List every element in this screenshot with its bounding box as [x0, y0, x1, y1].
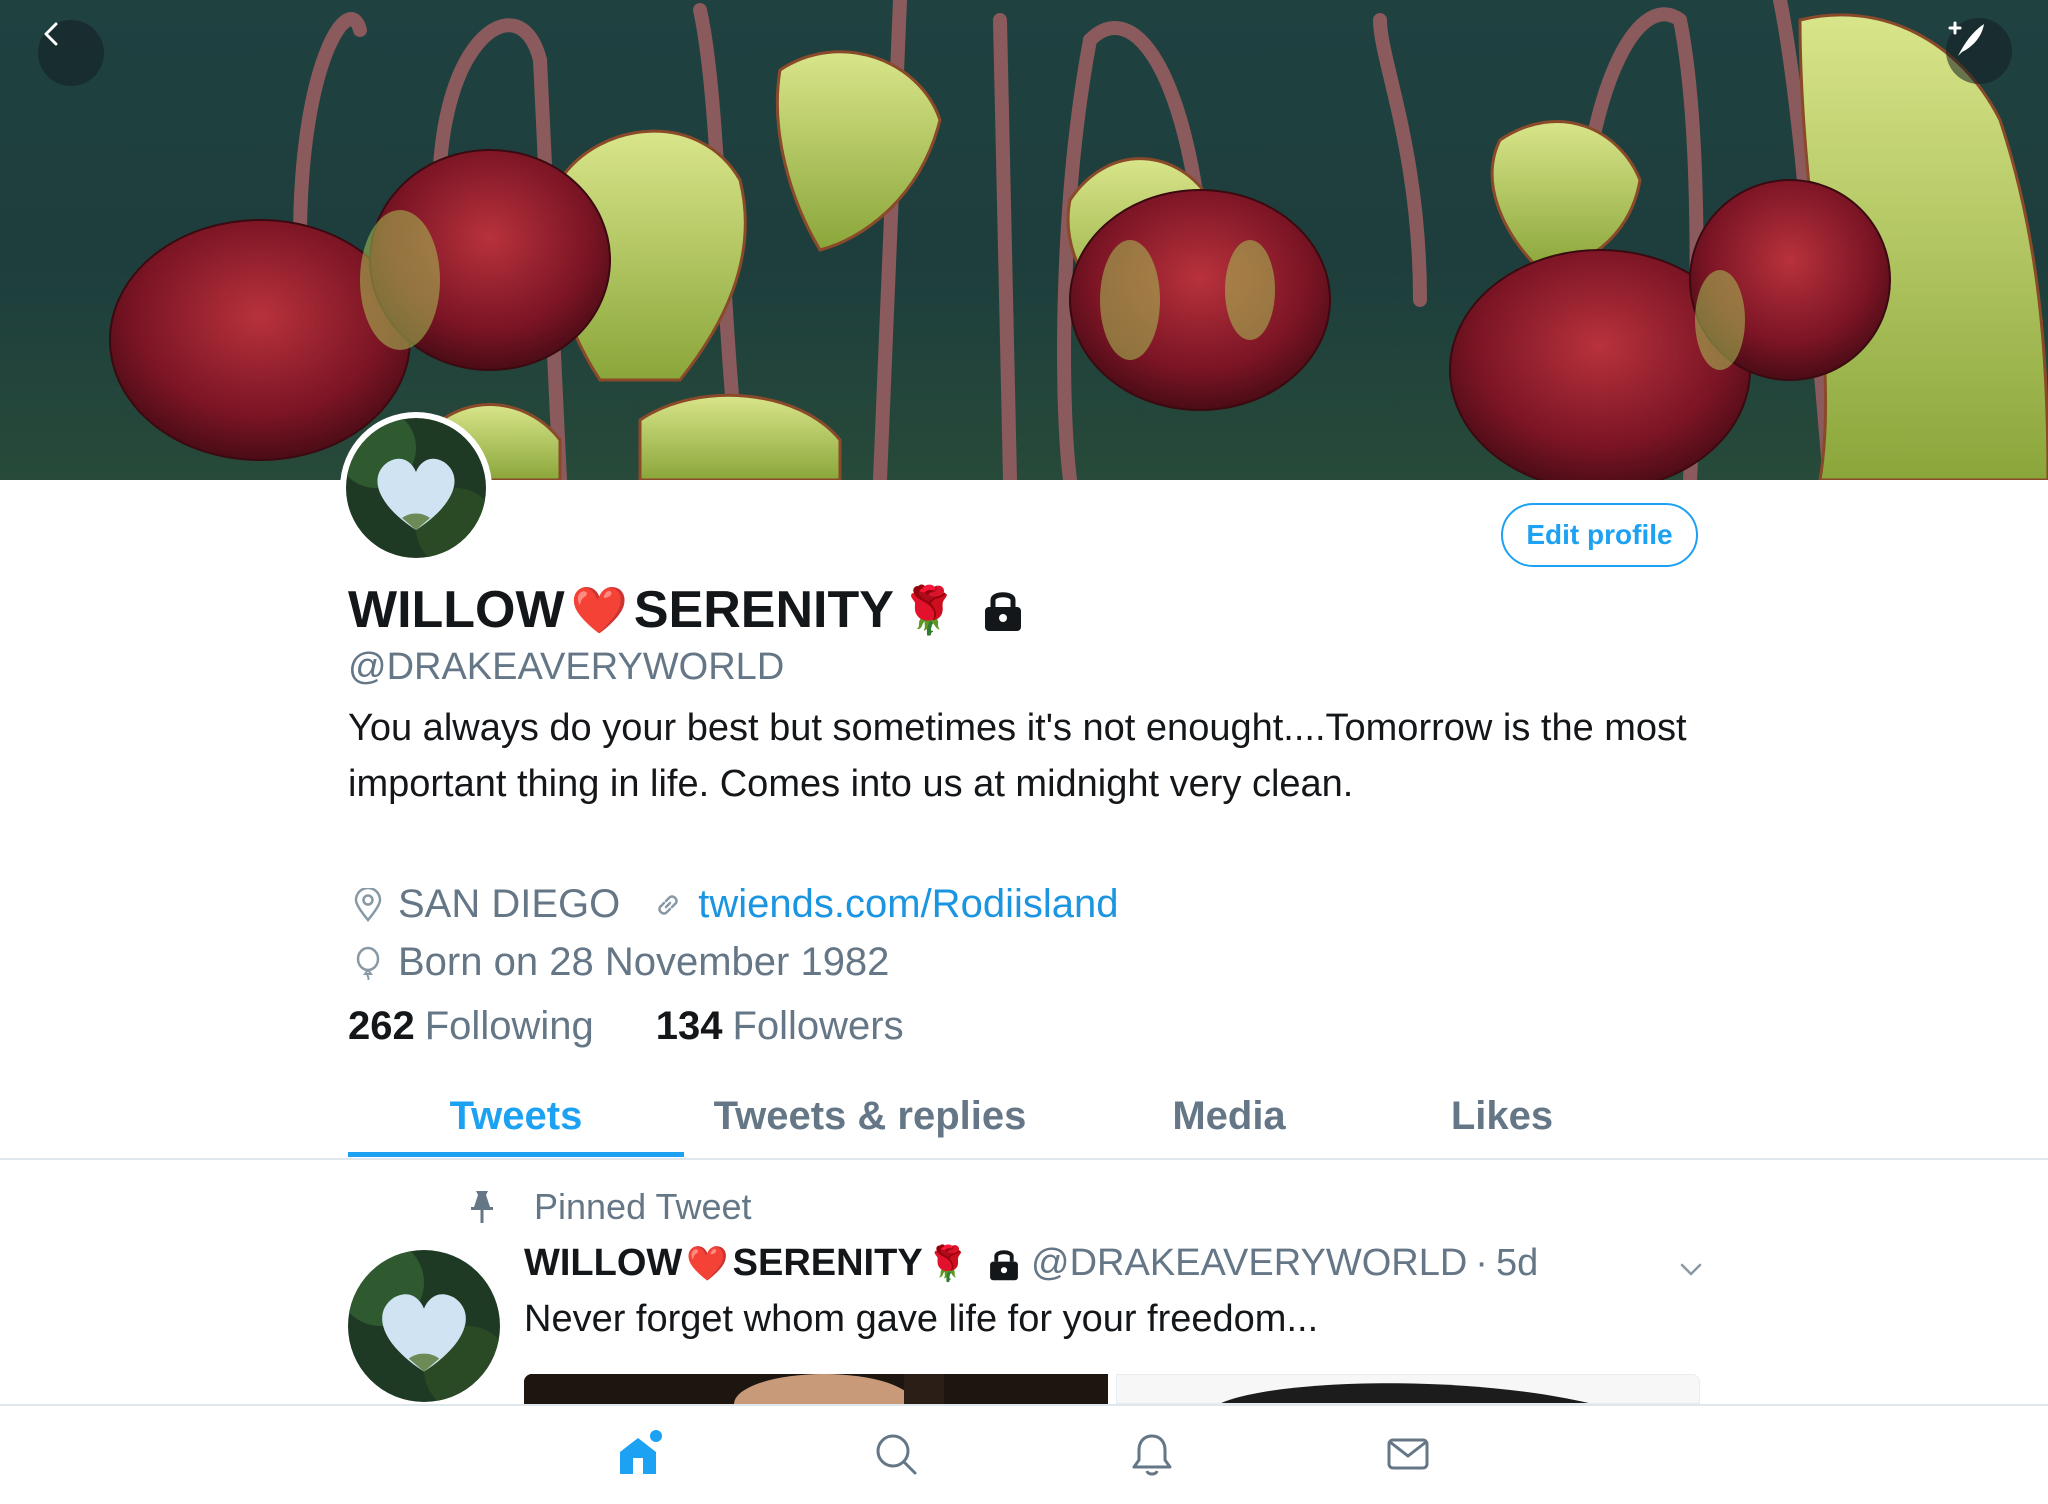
back-button[interactable]: [38, 20, 104, 86]
profile-banner: [0, 0, 2048, 480]
tweet-separator: ·: [1475, 1242, 1488, 1284]
balloon-icon: [350, 945, 386, 981]
tweet-options-chevron-down-icon[interactable]: [1676, 1254, 1706, 1284]
pinned-tweet-label-row: Pinned Tweet: [462, 1186, 752, 1228]
followers-label: Followers: [732, 1004, 904, 1048]
profile-location: SAN DIEGO: [398, 882, 621, 926]
search-icon: [872, 1430, 920, 1483]
tweet-name-part2: SERENITY: [732, 1242, 923, 1284]
heart-emoji: ❤️: [570, 583, 628, 636]
mail-icon: [1384, 1430, 1432, 1483]
bottom-nav-search[interactable]: [868, 1428, 924, 1484]
compose-tweet-button[interactable]: [1946, 18, 2012, 84]
followers-count-link[interactable]: 134 Followers: [656, 1004, 904, 1049]
tweet-header: WILLOW ❤️ SERENITY 🌹 @DRAKEAVERYWORLD · …: [524, 1242, 1538, 1285]
tweet-author-avatar[interactable]: [348, 1250, 500, 1402]
bell-icon: [1128, 1430, 1176, 1483]
following-label: Following: [424, 1004, 594, 1048]
profile-display-name: WILLOW ❤️ SERENITY 🌹: [348, 580, 1025, 640]
profile-handle: @DRAKEAVERYWORLD: [348, 646, 785, 688]
profile-website-link[interactable]: twiends.com/Rodiisland: [698, 882, 1118, 927]
profile-location-website-row: SAN DIEGO twiends.com/Rodiisland: [350, 882, 1118, 927]
lock-icon: [981, 587, 1025, 633]
tweet-author-name[interactable]: WILLOW ❤️ SERENITY 🌹: [524, 1242, 1021, 1285]
home-icon: [614, 1428, 666, 1485]
heart-emoji: ❤️: [686, 1244, 729, 1283]
name-text-part1: WILLOW: [348, 581, 565, 639]
profile-tabs: Tweets Tweets & replies Media Likes: [348, 1080, 1700, 1160]
edit-profile-button[interactable]: Edit profile: [1501, 503, 1698, 567]
profile-bio: You always do your best but sometimes it…: [348, 707, 1687, 805]
active-tab-indicator: [348, 1152, 684, 1157]
following-count-link[interactable]: 262 Following: [348, 1004, 594, 1049]
followers-count: 134: [655, 1004, 723, 1048]
link-icon: [650, 887, 686, 923]
tweet-name-part1: WILLOW: [524, 1242, 683, 1284]
tab-tweets-and-replies[interactable]: Tweets & replies: [684, 1080, 1056, 1152]
rose-emoji: 🌹: [899, 583, 958, 636]
tweet-text: Never forget whom gave life for your fre…: [524, 1298, 1319, 1340]
bottom-nav-notifications[interactable]: [1124, 1428, 1180, 1484]
avatar-image: [346, 418, 486, 558]
tweet-time[interactable]: 5d: [1496, 1242, 1538, 1285]
tab-media[interactable]: Media: [1056, 1080, 1402, 1152]
banner-image: [109, 0, 2048, 480]
location-pin-icon: [350, 887, 386, 923]
profile-birthday: Born on 28 November 1982: [398, 940, 890, 984]
rose-emoji: 🌹: [926, 1244, 970, 1283]
tab-likes[interactable]: Likes: [1402, 1080, 1602, 1152]
profile-birthday-row: Born on 28 November 1982: [350, 940, 889, 985]
following-count: 262: [348, 1004, 415, 1048]
bottom-tab-bar: [0, 1404, 2048, 1504]
name-text-part2: SERENITY: [633, 581, 894, 639]
profile-counts: 262 Following 134 Followers: [348, 1004, 904, 1049]
bottom-nav-messages[interactable]: [1380, 1428, 1436, 1484]
tabs-divider: [0, 1158, 2048, 1160]
bottom-nav-home[interactable]: [612, 1428, 668, 1484]
tweet-media-image-2[interactable]: [1116, 1374, 1700, 1404]
tweet-author-handle: @DRAKEAVERYWORLD: [1031, 1242, 1468, 1284]
pinned-tweet-label: Pinned Tweet: [534, 1186, 752, 1227]
lock-icon: [987, 1246, 1021, 1282]
tab-tweets[interactable]: Tweets: [348, 1080, 684, 1152]
tweet-media-image-1[interactable]: [524, 1374, 1108, 1404]
pin-icon: [462, 1187, 502, 1227]
profile-avatar[interactable]: [340, 412, 492, 564]
